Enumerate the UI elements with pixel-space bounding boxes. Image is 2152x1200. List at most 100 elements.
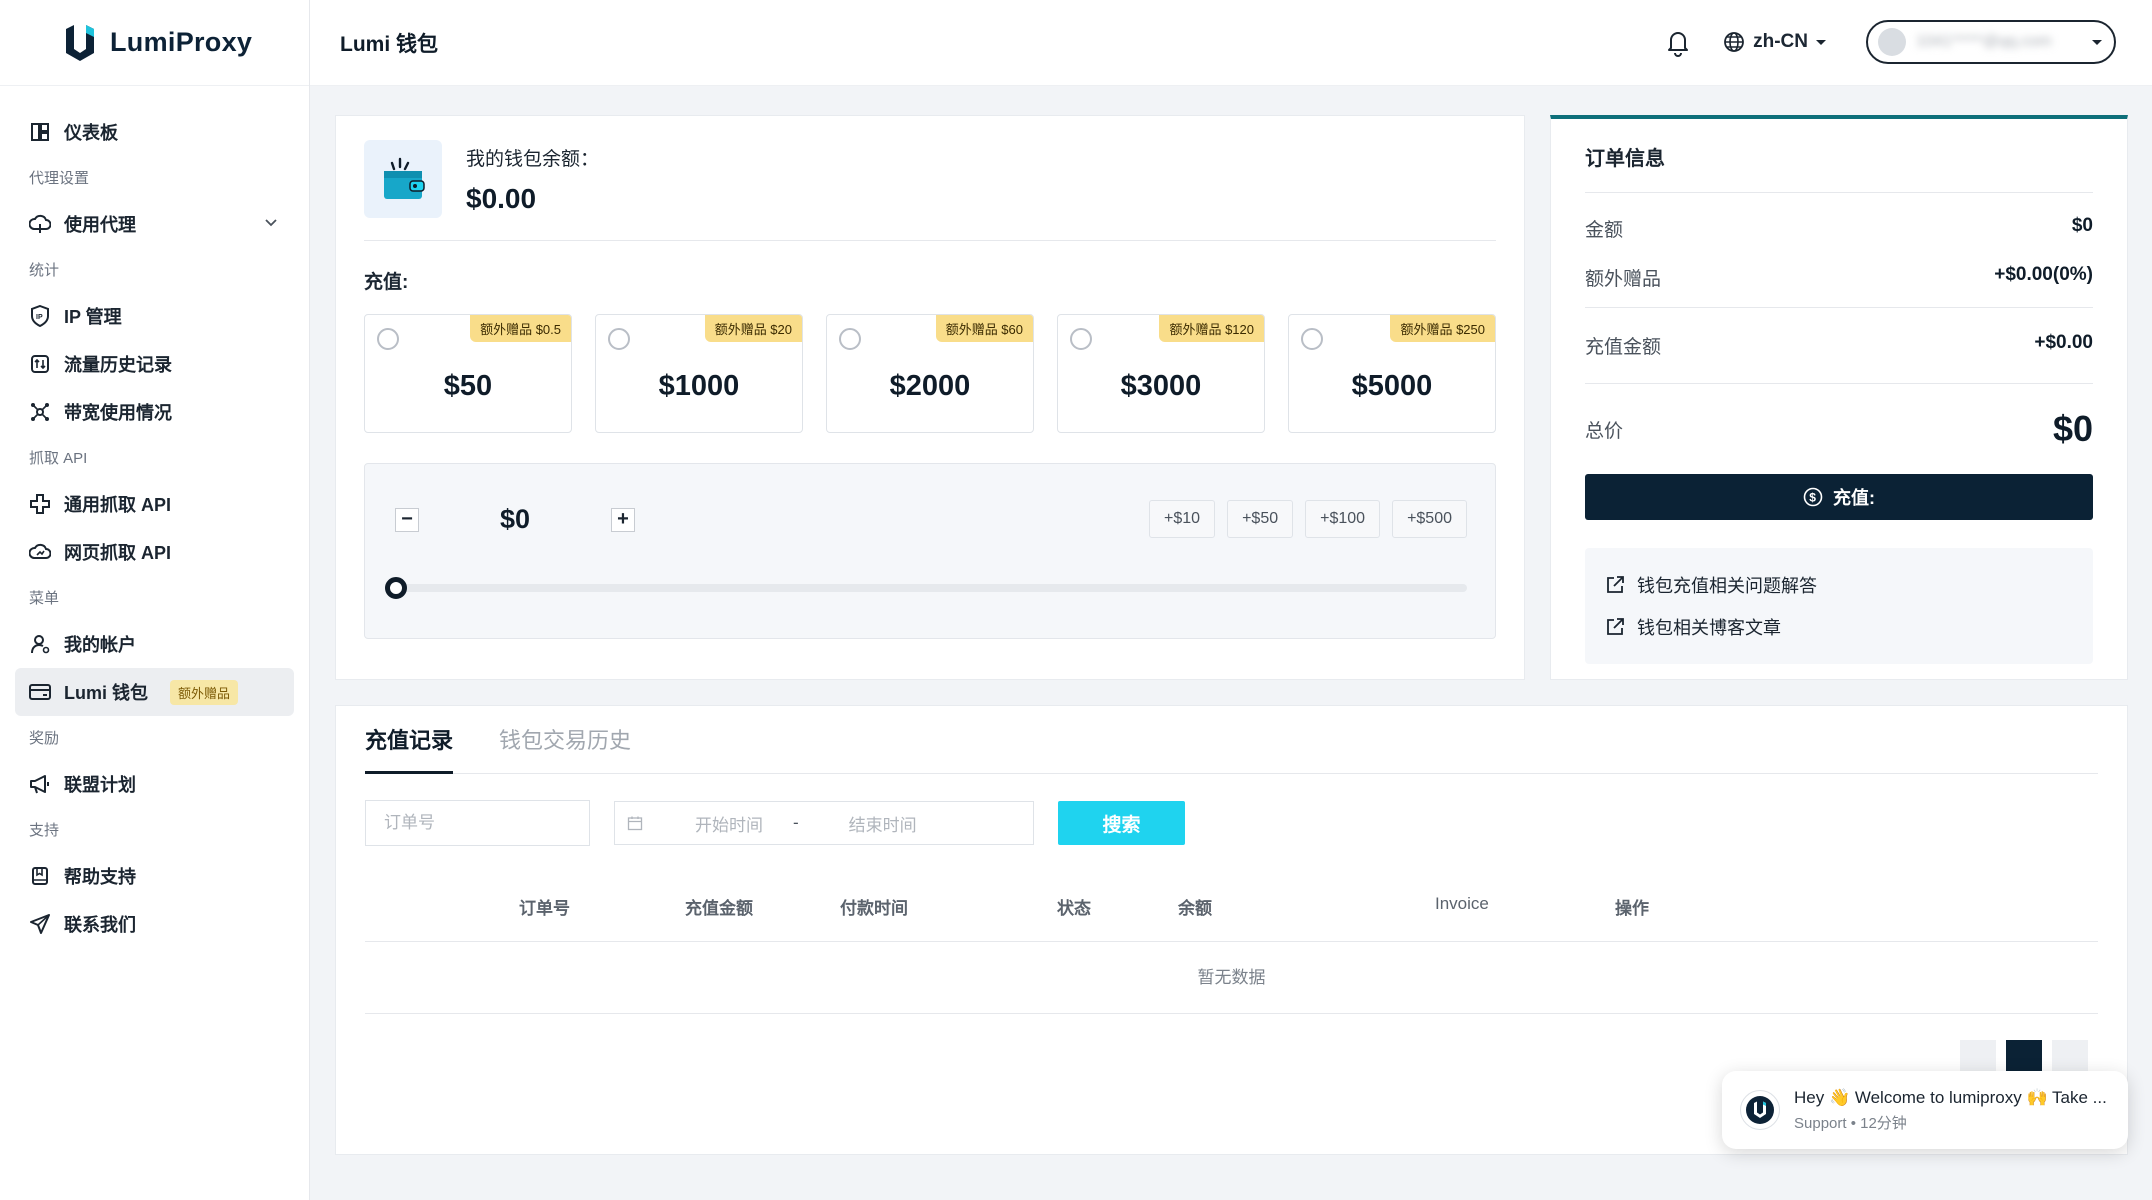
amount-label: 金额 (1585, 220, 1624, 241)
total-label: 总价 (1585, 420, 1624, 442)
decrement-button[interactable]: − (395, 507, 419, 532)
sidebar-item-ip-manage[interactable]: IP IP 管理 (0, 292, 309, 340)
sidebar-item-wallet[interactable]: Lumi 钱包 额外赠品 (15, 668, 294, 716)
language-selector[interactable]: zh-CN (1723, 31, 1836, 53)
bell-icon[interactable] (1663, 27, 1693, 57)
support-avatar (1740, 1090, 1780, 1130)
column-header: 余额 (1178, 899, 1212, 918)
radio-button[interactable] (608, 328, 630, 350)
sidebar-item-use-proxy[interactable]: 使用代理 (0, 200, 309, 248)
table-header: 订单号 充值金额 付款时间 状态 余额 Invoice 操作 (365, 868, 2098, 942)
radio-button[interactable] (377, 328, 399, 350)
link-wallet-blog[interactable]: 钱包相关博客文章 (1605, 606, 2073, 648)
recharge-button[interactable]: $ 充值: (1585, 474, 2093, 520)
language-label: zh-CN (1753, 31, 1808, 52)
shield-icon: IP (29, 305, 51, 327)
package-option[interactable]: 额外赠品 $60 $2000 (826, 314, 1034, 433)
sidebar: LumiProxy 仪表板 代理设置 使用代理 统计 IP IP 管理 流量历史… (0, 0, 310, 1200)
sidebar-item-label: 帮助支持 (64, 867, 136, 887)
increment-button[interactable]: + (611, 507, 635, 532)
svg-text:IP: IP (36, 314, 43, 321)
megaphone-icon (29, 773, 51, 795)
external-link-icon (1607, 576, 1624, 593)
sidebar-item-label: 联盟计划 (64, 775, 136, 795)
records-tabs: 充值记录 钱包交易历史 (365, 706, 2098, 774)
slider-track[interactable] (393, 584, 1467, 592)
chat-meta: Support • 12分钟 (1794, 1114, 1907, 1132)
sidebar-item-affiliate[interactable]: 联盟计划 (0, 760, 309, 808)
radio-button[interactable] (1070, 328, 1092, 350)
order-info-card: 订单信息 金额 $0 额外赠品 +$0.00(0%) 充值金额 +$0.00 总… (1550, 115, 2128, 680)
balance-block: 我的钱包余额： $0.00 (466, 144, 599, 215)
send-icon (29, 913, 51, 935)
recharge-amount-value: +$0.00 (2034, 332, 2093, 353)
chevron-down-icon (265, 219, 277, 227)
header-actions: zh-CN 1041*****@qq.com (1663, 20, 2116, 64)
wallet-illustration-icon (364, 140, 442, 218)
book-icon (29, 865, 51, 887)
end-date-input[interactable]: 结束时间 (849, 811, 917, 836)
empty-state: 暂无数据 (365, 942, 2098, 1014)
search-button[interactable]: 搜索 (1058, 801, 1185, 845)
sidebar-item-my-account[interactable]: 我的帐户 (0, 620, 309, 668)
bonus-value: +$0.00(0%) (1994, 264, 2093, 285)
range-separator: - (793, 813, 799, 832)
balance-row: 我的钱包余额： $0.00 (364, 140, 1496, 241)
chat-message: Hey 👋 Welcome to lumiproxy 🙌 Take ... (1794, 1087, 2107, 1107)
network-icon (29, 401, 51, 423)
package-amount: $5000 (1351, 370, 1433, 402)
link-wallet-faq[interactable]: 钱包充值相关问题解答 (1605, 564, 2073, 606)
package-option[interactable]: 额外赠品 $120 $3000 (1057, 314, 1265, 433)
chat-content: Hey 👋 Welcome to lumiproxy 🙌 Take ... Su… (1794, 1088, 2114, 1133)
tab-recharge-records[interactable]: 充值记录 (365, 706, 454, 774)
sidebar-item-web-api[interactable]: 网页抓取 API (0, 528, 309, 576)
lumiproxy-logo-icon (66, 24, 94, 61)
slider-handle[interactable] (385, 577, 407, 599)
brand-logo[interactable]: LumiProxy (0, 0, 309, 86)
quick-add-button[interactable]: +$10 (1149, 500, 1216, 538)
package-amount: $50 (443, 370, 493, 402)
order-number-input[interactable]: 订单号 (365, 800, 590, 846)
package-option[interactable]: 额外赠品 $250 $5000 (1288, 314, 1496, 433)
radio-button[interactable] (839, 328, 861, 350)
tab-wallet-history[interactable]: 钱包交易历史 (499, 706, 631, 773)
date-range-picker[interactable]: 开始时间 - 结束时间 (614, 801, 1034, 845)
user-menu[interactable]: 1041*****@qq.com (1866, 20, 2116, 64)
order-row-bonus: 额外赠品 +$0.00(0%) (1585, 264, 2093, 291)
bonus-tag: 额外赠品 $250 (1390, 315, 1495, 342)
column-header: 付款时间 (840, 899, 908, 918)
quick-add-button[interactable]: +$50 (1227, 500, 1294, 538)
package-option[interactable]: 额外赠品 $0.5 $50 (364, 314, 572, 433)
sidebar-item-dashboard[interactable]: 仪表板 (0, 108, 309, 156)
custom-amount-value[interactable]: $0 (419, 504, 611, 535)
custom-amount-panel: − $0 + +$10 +$50 +$100 +$500 (364, 463, 1496, 639)
order-recharge: 充值金额 +$0.00 (1585, 308, 2093, 384)
sidebar-item-label: 仪表板 (64, 123, 118, 143)
package-option[interactable]: 额外赠品 $20 $1000 (595, 314, 803, 433)
column-header: 状态 (1057, 899, 1091, 918)
sidebar-item-help[interactable]: 帮助支持 (0, 852, 309, 900)
avatar (1878, 28, 1906, 56)
package-amount: $3000 (1120, 370, 1202, 402)
lumiproxy-logo-icon (1746, 1096, 1774, 1124)
external-link-icon (1607, 618, 1624, 635)
column-header: 操作 (1615, 899, 1649, 918)
link-label: 钱包充值相关问题解答 (1637, 576, 1817, 596)
amount-slider[interactable] (385, 577, 1467, 599)
sidebar-item-label: 流量历史记录 (64, 355, 172, 375)
quick-add-button[interactable]: +$100 (1305, 500, 1381, 538)
quick-add-button[interactable]: +$500 (1392, 500, 1467, 538)
package-list: 额外赠品 $0.5 $50 额外赠品 $20 $1000 额外赠品 $60 $2… (364, 314, 1496, 433)
recharge-button-label: 充值: (1833, 488, 1875, 508)
support-chat-toast[interactable]: Hey 👋 Welcome to lumiproxy 🙌 Take ... Su… (1722, 1071, 2128, 1149)
nav-group-reward: 奖励 (29, 730, 60, 747)
radio-button[interactable] (1301, 328, 1323, 350)
sidebar-item-contact[interactable]: 联系我们 (0, 900, 309, 948)
sidebar-item-bandwidth[interactable]: 带宽使用情况 (0, 388, 309, 436)
sidebar-item-general-api[interactable]: 通用抓取 API (0, 480, 309, 528)
api-icon (29, 493, 51, 515)
start-date-input[interactable]: 开始时间 (695, 811, 763, 836)
amount-stepper: − $0 + (395, 504, 635, 535)
sidebar-item-traffic-history[interactable]: 流量历史记录 (0, 340, 309, 388)
sidebar-item-label: 使用代理 (64, 215, 136, 235)
